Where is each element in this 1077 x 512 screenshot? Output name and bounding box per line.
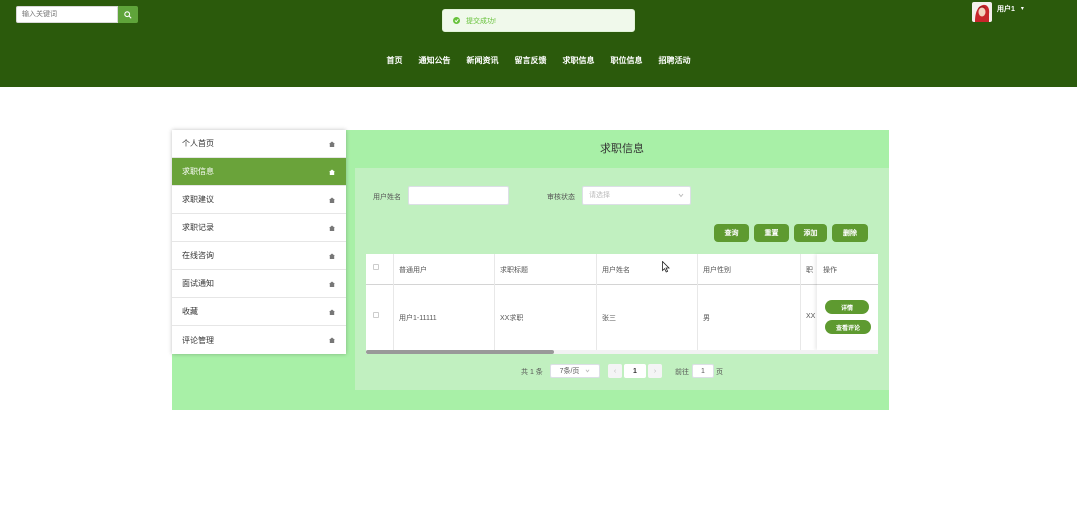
- sidebar-item-label: 求职记录: [182, 223, 214, 232]
- search-input[interactable]: [16, 6, 118, 23]
- search-icon: [124, 10, 132, 19]
- nav-item-positions[interactable]: 职位信息: [611, 55, 643, 66]
- header-divider: [366, 284, 878, 285]
- caret-down-icon[interactable]: ▾: [1021, 5, 1024, 12]
- sidebar-item-label: 求职信息: [182, 167, 214, 176]
- column-header-ops: 操作: [823, 267, 837, 274]
- column-divider: [494, 254, 495, 350]
- home-icon: [329, 337, 335, 343]
- sidebar-item-interview-notice[interactable]: 面试通知: [172, 270, 346, 298]
- chevron-down-icon: [678, 193, 684, 198]
- query-button[interactable]: 查询: [714, 224, 749, 242]
- cell-job: XX: [806, 313, 816, 320]
- column-divider: [697, 254, 698, 350]
- operations-column: 操作 详情 查看评论: [817, 254, 878, 350]
- chevron-down-icon: [586, 369, 590, 373]
- sidebar: 个人首页 求职信息 求职建议 求职记录 在线咨询 面试通知 收藏 评论管理: [172, 130, 346, 354]
- home-icon: [329, 169, 335, 175]
- horizontal-scrollbar[interactable]: [366, 350, 878, 354]
- page-unit-label: 页: [716, 369, 723, 376]
- toast-message: 提交成功!: [466, 17, 496, 25]
- delete-button[interactable]: 删除: [832, 224, 868, 242]
- column-header-gender: 用户性别: [703, 267, 731, 274]
- user-name-filter-label: 用户姓名: [373, 194, 401, 201]
- sidebar-item-favorites[interactable]: 收藏: [172, 298, 346, 326]
- top-header: 提交成功! 用户1 ▾ 首页 通知公告 新闻资讯 留言反馈 求职信息 职位信息 …: [0, 0, 1077, 87]
- sidebar-item-comment-management[interactable]: 评论管理: [172, 326, 346, 354]
- nav-item-recruit-events[interactable]: 招聘活动: [659, 55, 691, 66]
- column-header-title: 求职标题: [500, 267, 528, 274]
- sidebar-item-label: 收藏: [182, 307, 198, 316]
- status-filter-label: 审核状态: [547, 194, 575, 201]
- sidebar-item-job-seeking[interactable]: 求职信息: [172, 158, 346, 186]
- sidebar-item-job-records[interactable]: 求职记录: [172, 214, 346, 242]
- pagination-total: 共 1 条: [521, 369, 543, 376]
- column-header-job: 职: [806, 267, 813, 274]
- search-bar: [16, 6, 138, 23]
- home-icon: [329, 253, 335, 259]
- view-comments-button[interactable]: 查看评论: [825, 320, 871, 334]
- cell-gender: 男: [703, 315, 710, 322]
- sidebar-item-label: 在线咨询: [182, 251, 214, 260]
- page-title: 求职信息: [600, 143, 644, 155]
- prev-page-button[interactable]: ‹: [608, 364, 622, 378]
- chevron-left-icon: ‹: [613, 367, 617, 375]
- main-nav: 首页 通知公告 新闻资讯 留言反馈 求职信息 职位信息 招聘活动: [0, 55, 1077, 66]
- select-all-checkbox[interactable]: [373, 264, 379, 270]
- header-divider: [817, 284, 878, 285]
- nav-item-notices[interactable]: 通知公告: [419, 55, 451, 66]
- cell-user: 用户1-11111: [399, 315, 437, 322]
- home-icon: [329, 225, 335, 231]
- chevron-right-icon: ›: [653, 367, 657, 375]
- column-divider: [596, 254, 597, 350]
- mouse-cursor-icon: [662, 261, 670, 273]
- column-divider: [800, 254, 801, 350]
- column-header-name: 用户姓名: [602, 267, 630, 274]
- column-header-user: 普通用户: [399, 267, 427, 274]
- page-size-select[interactable]: 7条/页: [550, 364, 600, 378]
- detail-button[interactable]: 详情: [825, 300, 869, 314]
- sidebar-item-label: 面试通知: [182, 279, 214, 288]
- sidebar-item-label: 评论管理: [182, 335, 214, 345]
- sidebar-item-label: 个人首页: [182, 139, 214, 148]
- reset-button[interactable]: 重置: [754, 224, 789, 242]
- cell-title: XX求职: [500, 315, 524, 322]
- sidebar-item-label: 求职建议: [182, 195, 214, 204]
- status-select[interactable]: 请选择: [582, 186, 691, 205]
- goto-page-input[interactable]: 1: [692, 364, 714, 378]
- user-name[interactable]: 用户1: [997, 4, 1015, 14]
- page-size-value: 7条/页: [559, 368, 580, 375]
- column-divider: [393, 254, 394, 350]
- goto-label: 前往: [675, 369, 689, 376]
- home-icon: [329, 197, 335, 203]
- home-icon: [329, 141, 335, 147]
- sidebar-item-online-consult[interactable]: 在线咨询: [172, 242, 346, 270]
- nav-item-feedback[interactable]: 留言反馈: [515, 55, 547, 66]
- home-icon: [329, 309, 335, 315]
- next-page-button[interactable]: ›: [648, 364, 662, 378]
- user-name-filter-input[interactable]: [408, 186, 509, 205]
- nav-item-home[interactable]: 首页: [387, 55, 403, 66]
- nav-item-job-seeking[interactable]: 求职信息: [563, 55, 595, 66]
- sidebar-item-personal-home[interactable]: 个人首页: [172, 130, 346, 158]
- success-toast: 提交成功!: [442, 9, 635, 32]
- add-button[interactable]: 添加: [794, 224, 827, 242]
- avatar[interactable]: [972, 2, 992, 22]
- cell-name: 张三: [602, 315, 616, 322]
- check-circle-icon: [453, 17, 460, 24]
- sidebar-item-job-advice[interactable]: 求职建议: [172, 186, 346, 214]
- user-menu[interactable]: 用户1 ▾: [972, 2, 1024, 22]
- status-select-placeholder: 请选择: [589, 192, 610, 199]
- row-checkbox[interactable]: [373, 312, 379, 318]
- scrollbar-thumb[interactable]: [366, 350, 554, 354]
- job-seeking-table: 普通用户 求职标题 用户姓名 用户性别 职 用户1-11111 XX求职 张三 …: [366, 254, 878, 354]
- search-button[interactable]: [118, 6, 138, 23]
- home-icon: [329, 281, 335, 287]
- nav-item-news[interactable]: 新闻资讯: [467, 55, 499, 66]
- page-number-current[interactable]: 1: [624, 364, 646, 378]
